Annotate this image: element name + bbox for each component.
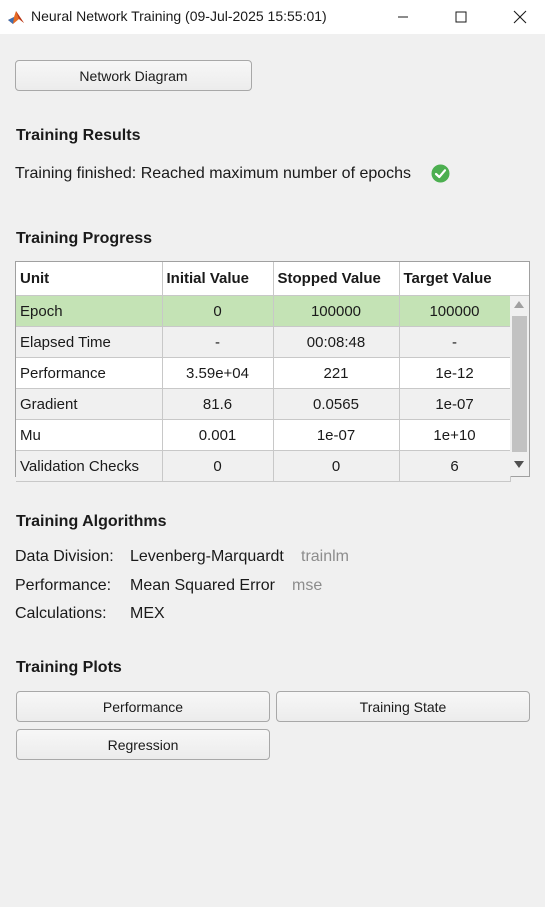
data-division-label: Data Division: [15,548,114,565]
table-cell: 0.0565 [273,388,400,420]
table-cell: 00:08:48 [273,326,400,358]
training-status-text: Training finished: Reached maximum numbe… [15,165,412,182]
calculations-value: MEX [130,605,165,622]
table-cell: 1e-07 [399,388,511,420]
table-cell: 221 [273,357,400,389]
table-cell: 3.59e+04 [162,357,274,389]
table-row-performance[interactable]: Performance 3.59e+04 221 1e-12 [16,357,511,389]
table-cell: 0.001 [162,419,274,451]
training-results-heading: Training Results [16,127,141,144]
maximize-icon [455,11,467,23]
vertical-scrollbar[interactable] [510,296,529,476]
table-cell: 0 [273,450,400,482]
table-cell: 81.6 [162,388,274,420]
table-cell: Gradient [16,388,163,420]
performance-value: Mean Squared Error [130,577,275,594]
table-cell: 1e+10 [399,419,511,451]
table-cell: - [399,326,511,358]
column-header-unit[interactable]: Unit [16,262,163,296]
table-row-mu[interactable]: Mu 0.001 1e-07 1e+10 [16,419,511,451]
table-cell: Performance [16,357,163,389]
table-cell: Validation Checks [16,450,163,482]
training-progress-heading: Training Progress [16,230,153,247]
table-cell: 100000 [399,295,511,327]
table-row-validation-checks[interactable]: Validation Checks 0 0 6 [16,450,511,482]
table-cell: 0 [162,295,274,327]
table-cell: Elapsed Time [16,326,163,358]
minimize-button[interactable] [380,0,426,34]
performance-code: mse [292,577,323,594]
table-cell: 6 [399,450,511,482]
close-button[interactable] [497,0,543,34]
performance-label: Performance: [15,577,112,594]
minimize-icon [398,16,408,18]
training-algorithms-heading: Training Algorithms [16,513,167,530]
header-corner [510,262,529,296]
column-header-stopped-value[interactable]: Stopped Value [273,262,400,296]
table-cell: 100000 [273,295,400,327]
close-icon [513,10,527,24]
column-header-initial-value[interactable]: Initial Value [162,262,274,296]
data-division-code: trainlm [301,548,350,565]
scroll-up-arrow-icon[interactable] [514,301,524,308]
table-row-elapsed-time[interactable]: Elapsed Time - 00:08:48 - [16,326,511,358]
data-division-value: Levenberg-Marquardt [130,548,284,565]
table-cell: 0 [162,450,274,482]
maximize-button[interactable] [438,0,484,34]
table-row-gradient[interactable]: Gradient 81.6 0.0565 1e-07 [16,388,511,420]
window-title: Neural Network Training (09-Jul-2025 15:… [31,8,327,24]
network-diagram-button[interactable]: Network Diagram [15,60,252,91]
table-cell: - [162,326,274,358]
scroll-down-arrow-icon[interactable] [514,461,524,468]
training-state-plot-button[interactable]: Training State [276,691,530,722]
success-check-icon [431,164,450,183]
table-cell: 1e-12 [399,357,511,389]
table-cell: 1e-07 [273,419,400,451]
training-plots-heading: Training Plots [16,659,122,676]
table-cell: Mu [16,419,163,451]
table-row-epoch[interactable]: Epoch 0 100000 100000 [16,295,511,327]
title-bar: Neural Network Training (09-Jul-2025 15:… [0,0,545,34]
calculations-label: Calculations: [15,605,107,622]
scrollbar-thumb[interactable] [512,316,527,452]
table-cell: Epoch [16,295,163,327]
regression-plot-button[interactable]: Regression [16,729,270,760]
column-header-target-value[interactable]: Target Value [399,262,511,296]
training-progress-table: Unit Initial Value Stopped Value Target … [15,261,530,482]
matlab-logo-icon [8,11,24,24]
performance-plot-button[interactable]: Performance [16,691,270,722]
